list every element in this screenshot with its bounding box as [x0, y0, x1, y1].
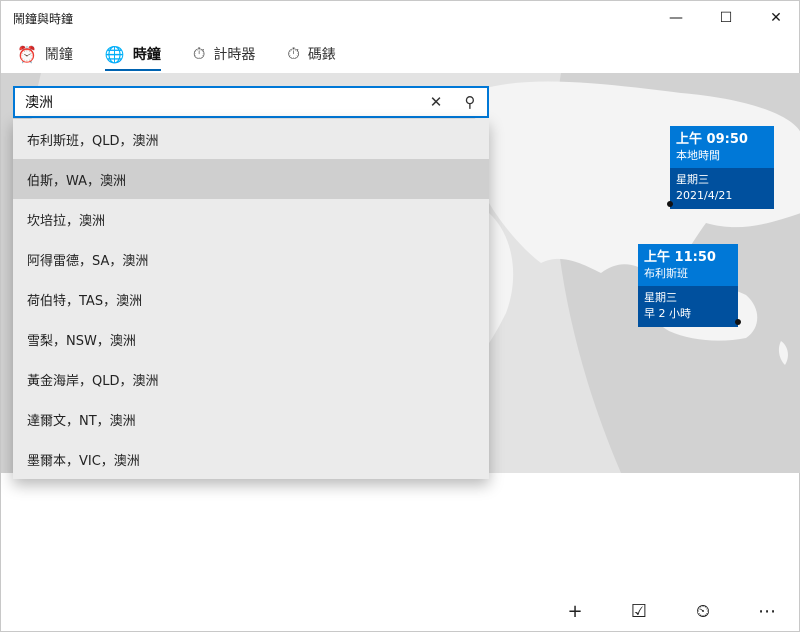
list-item[interactable]: 阿得雷德，SA，澳洲 — [13, 239, 489, 279]
close-icon: ✕ — [770, 10, 782, 26]
tab-timer[interactable]: ⏱ 計時器 — [177, 35, 271, 73]
brisbane-time: 上午 11:50 — [644, 250, 716, 265]
tab-label: 計時器 — [213, 47, 256, 63]
local-date: 2021/4/21 — [676, 189, 733, 202]
list-item[interactable]: 伯斯，WA，澳洲 — [13, 159, 489, 199]
list-item[interactable]: 雪梨，NSW，澳洲 — [13, 319, 489, 359]
world-clock-icon: 🌐 — [104, 44, 125, 64]
compare-button[interactable]: ⏲ — [671, 591, 735, 631]
window-title: 鬧鐘與時鐘 — [13, 11, 74, 26]
add-clock-button[interactable]: + — [543, 591, 607, 631]
list-item[interactable]: 荷伯特，TAS，澳洲 — [13, 279, 489, 319]
window-controls: — ☐ ✕ — [651, 1, 800, 35]
select-list-icon: ☑ — [630, 600, 648, 622]
more-button[interactable]: ⋯ — [735, 591, 799, 631]
minimize-button[interactable]: — — [651, 1, 701, 35]
search-input[interactable] — [15, 88, 419, 116]
local-time: 上午 09:50 — [676, 132, 748, 147]
compare-clock-icon: ⏲ — [695, 600, 711, 622]
maximize-icon: ☐ — [719, 10, 733, 26]
local-label: 本地時間 — [676, 149, 720, 162]
search-suggestions: 布利斯班，QLD，澳洲 伯斯，WA，澳洲 坎培拉，澳洲 阿得雷德，SA，澳洲 荷… — [13, 119, 489, 479]
add-icon: + — [567, 600, 583, 622]
maximize-button[interactable]: ☐ — [701, 1, 751, 35]
clear-button[interactable]: ✕ — [419, 88, 453, 116]
tab-label: 時鐘 — [132, 47, 161, 63]
select-button[interactable]: ☑ — [607, 591, 671, 631]
alarm-icon: ⏰ — [17, 44, 37, 64]
city-search-box: ✕ ⚲ — [13, 86, 489, 118]
local-day: 星期三 — [676, 173, 709, 186]
tab-world-clock[interactable]: 🌐 時鐘 — [89, 35, 177, 73]
brisbane-offset: 早 2 小時 — [644, 307, 691, 320]
local-location-pin — [667, 201, 673, 207]
tab-label: 碼錶 — [307, 47, 336, 63]
close-button[interactable]: ✕ — [751, 1, 800, 35]
brisbane-label: 布利斯班 — [644, 267, 688, 280]
command-bar: + ☑ ⏲ ⋯ — [543, 591, 799, 631]
tab-label: 鬧鐘 — [44, 47, 73, 63]
tab-bar: ⏰ 鬧鐘 🌐 時鐘 ⏱ 計時器 ⏱ 碼錶 — [1, 35, 352, 73]
search-button[interactable]: ⚲ — [453, 88, 487, 116]
list-item[interactable]: 布利斯班，QLD，澳洲 — [13, 119, 489, 159]
timer-icon: ⏱ — [192, 44, 206, 63]
list-item[interactable]: 墨爾本，VIC，澳洲 — [13, 439, 489, 479]
list-item[interactable]: 坎培拉，澳洲 — [13, 199, 489, 239]
tab-alarm[interactable]: ⏰ 鬧鐘 — [1, 35, 89, 73]
brisbane-location-pin — [735, 319, 741, 325]
more-icon: ⋯ — [758, 600, 776, 622]
search-icon: ⚲ — [464, 93, 476, 111]
brisbane-day: 星期三 — [644, 291, 677, 304]
clear-icon: ✕ — [429, 93, 443, 111]
minimize-icon: — — [669, 10, 683, 26]
tab-stopwatch[interactable]: ⏱ 碼錶 — [271, 35, 351, 73]
local-time-card[interactable]: 上午 09:50 本地時間 星期三 2021/4/21 — [670, 126, 774, 209]
title-bar: 鬧鐘與時鐘 — ☐ ✕ — [1, 1, 800, 35]
stopwatch-icon: ⏱ — [287, 44, 300, 63]
list-item[interactable]: 達爾文，NT，澳洲 — [13, 399, 489, 439]
brisbane-time-card[interactable]: 上午 11:50 布利斯班 星期三 早 2 小時 — [638, 244, 738, 327]
list-item[interactable]: 黃金海岸，QLD，澳洲 — [13, 359, 489, 399]
